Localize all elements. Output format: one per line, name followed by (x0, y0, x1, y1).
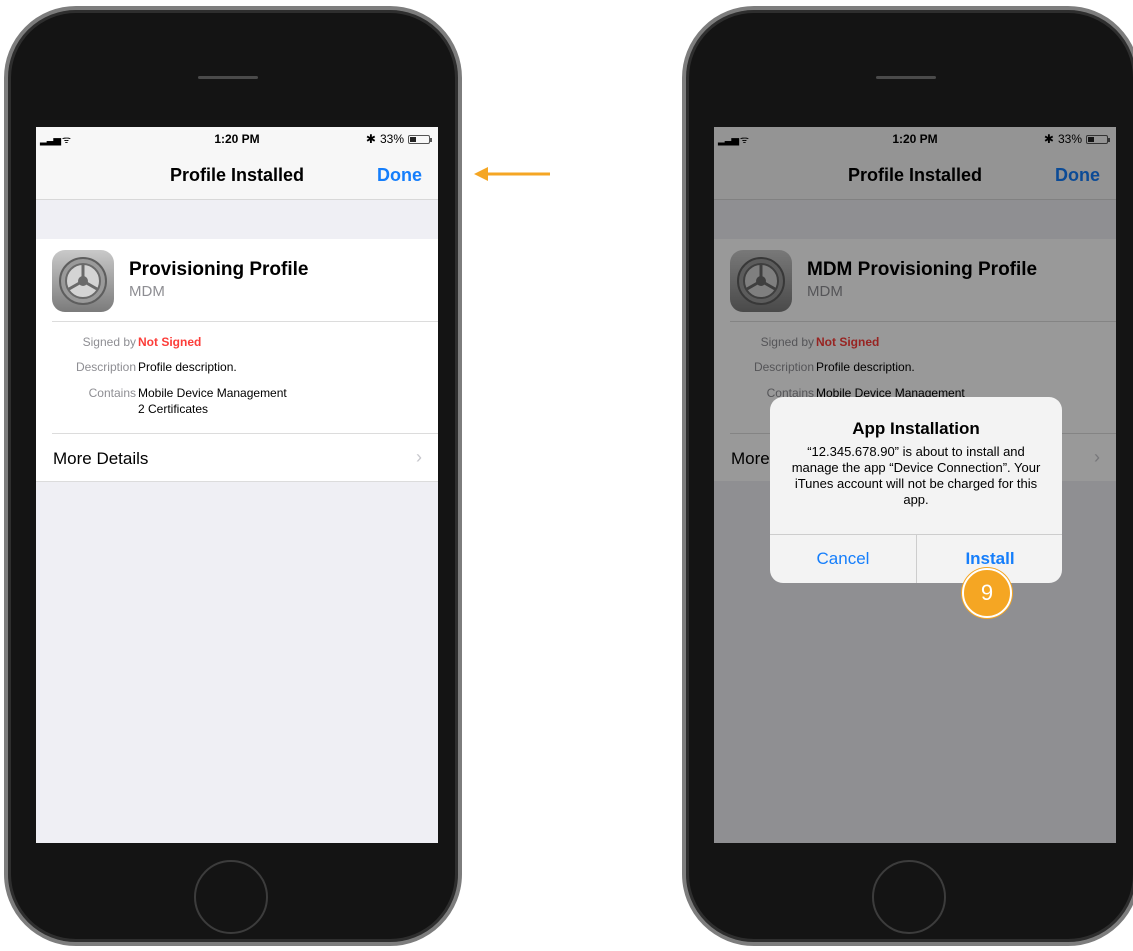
battery-icon (408, 134, 432, 144)
signed-status: Not Signed (138, 335, 202, 349)
divider (52, 433, 438, 434)
bluetooth-icon: ✱ (365, 132, 376, 146)
divider (52, 321, 438, 322)
screen-right: ▂▃▅ ᯤ 1:20 PM ✱ 33% Profile Installed Do… (714, 127, 1116, 843)
screen-left: ▂▃▅ ᯤ 1:20 PM ✱ 33% Profile Installed Do… (36, 127, 438, 843)
earpiece-speaker (876, 76, 936, 79)
profile-name: Provisioning Profile (129, 259, 309, 280)
home-button[interactable] (194, 860, 268, 934)
cancel-button[interactable]: Cancel (770, 535, 916, 583)
earpiece-speaker (198, 76, 258, 79)
alert-message: “12.345.678.90” is about to install and … (791, 444, 1041, 507)
battery-percent: 33% (379, 132, 404, 146)
profile-card: Provisioning Profile MDM Signed by Not S… (36, 239, 438, 481)
alert-title: App Installation (852, 419, 980, 438)
status-bar: ▂▃▅ ᯤ 1:20 PM ✱ 33% (36, 127, 438, 151)
profile-organization: MDM (129, 283, 165, 300)
chevron-right-icon: › (416, 447, 422, 467)
arrow-left-icon (474, 167, 550, 181)
phone-frame-right: ▂▃▅ ᯤ 1:20 PM ✱ 33% Profile Installed Do… (682, 6, 1133, 946)
more-details-label[interactable]: More Details (53, 449, 148, 469)
done-button[interactable]: Done (377, 165, 422, 186)
phone-frame-left: ▂▃▅ ᯤ 1:20 PM ✱ 33% Profile Installed Do… (4, 6, 462, 946)
divider (36, 481, 438, 482)
navigation-bar: Profile Installed Done (36, 151, 438, 200)
battery-fill (410, 136, 416, 142)
home-button[interactable] (872, 860, 946, 934)
step-number-badge: 9 (962, 568, 1012, 618)
settings-gear-icon (52, 250, 114, 312)
app-installation-alert: App Installation “12.345.678.90” is abou… (770, 397, 1062, 583)
